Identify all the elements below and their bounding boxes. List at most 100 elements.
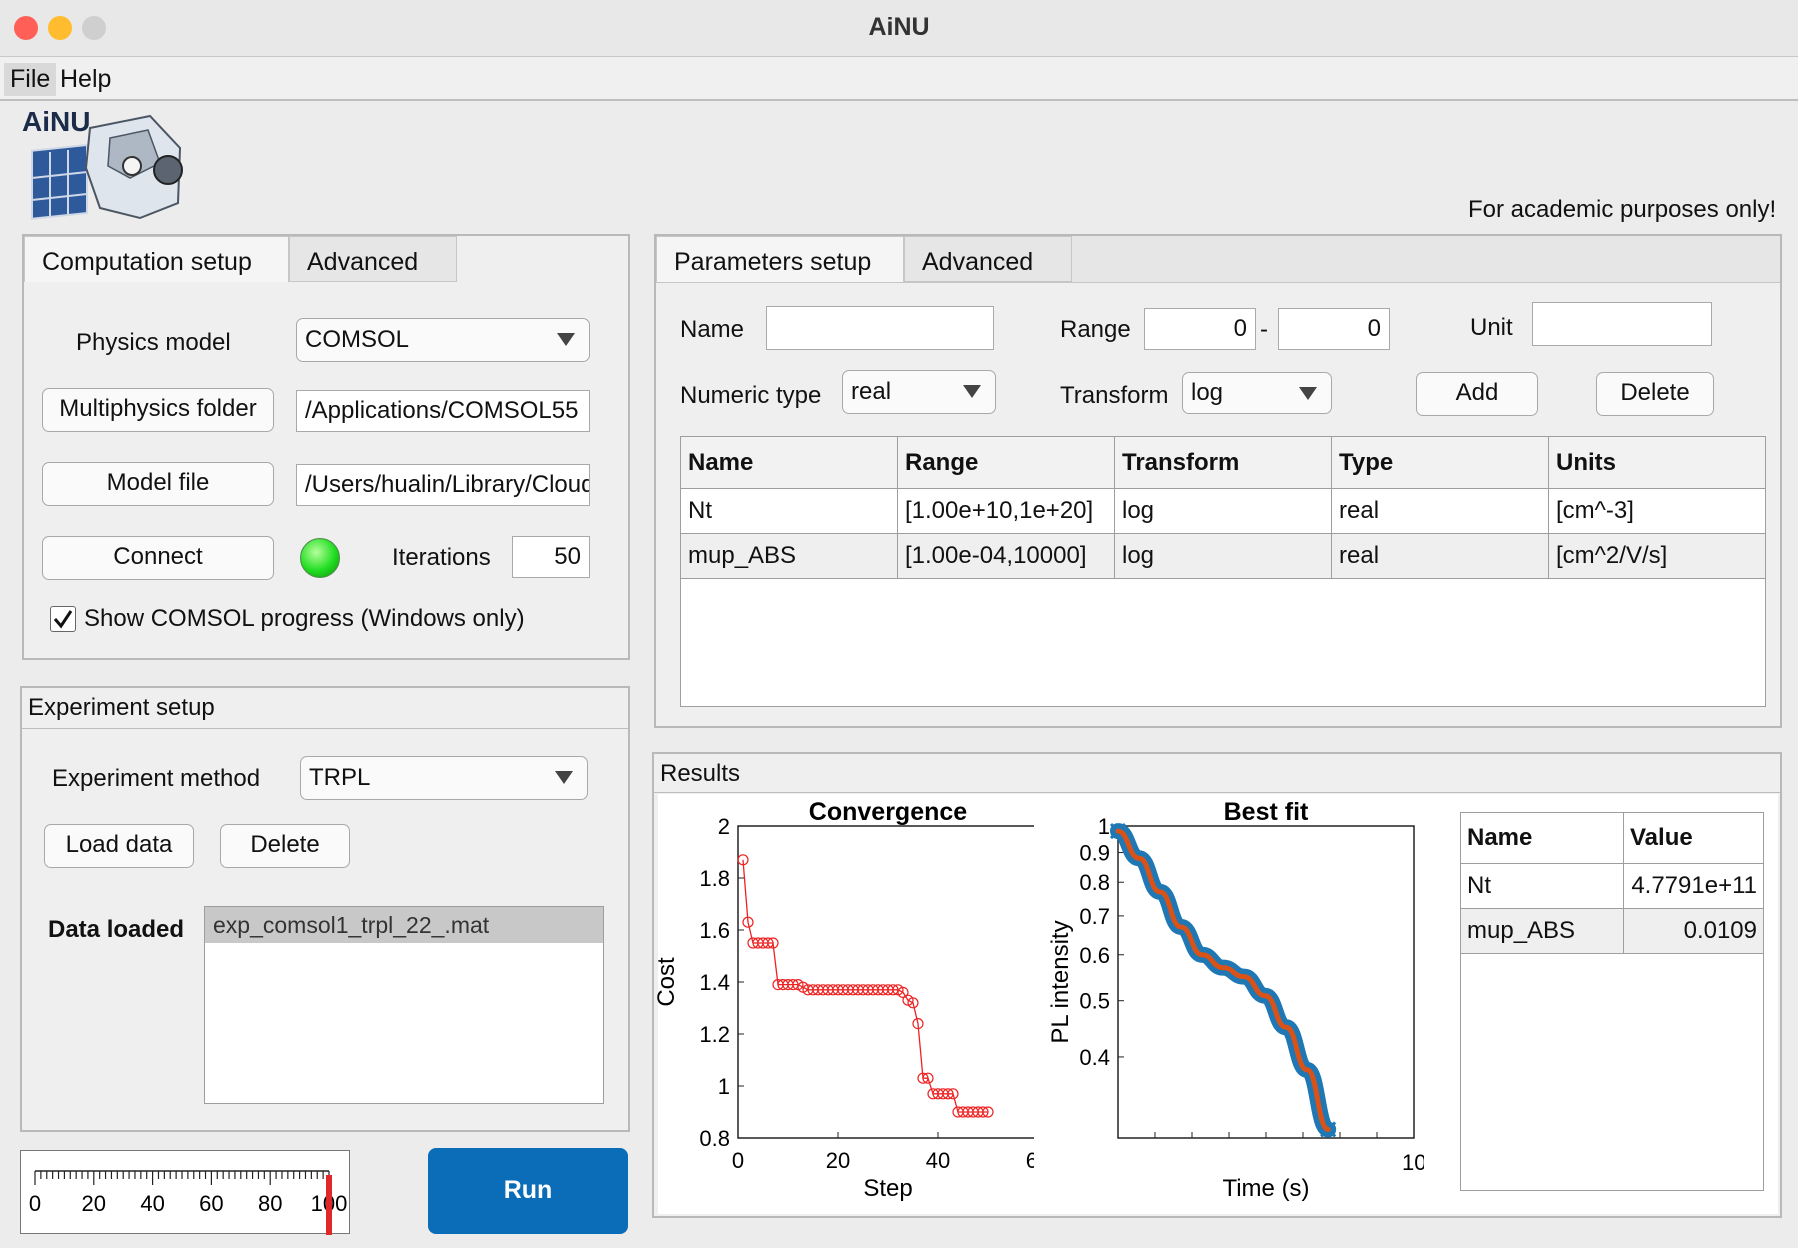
y-tick-label: 0.5	[1079, 989, 1110, 1014]
x-tick-label: 60	[1026, 1148, 1034, 1173]
gauge-tick-label: 40	[140, 1191, 164, 1216]
chart-title: Convergence	[809, 798, 967, 826]
unit-input[interactable]	[1532, 302, 1712, 346]
column-header-units[interactable]: Units	[1548, 436, 1766, 489]
x-tick-label: 40	[926, 1148, 950, 1173]
add-parameter-button[interactable]: Add	[1416, 372, 1538, 416]
gauge-tick-label: 20	[82, 1191, 106, 1216]
table-header-row: Name Range Transform Type Units	[680, 436, 1766, 489]
y-tick-label: 0.8	[1079, 870, 1110, 895]
chevron-down-icon	[963, 385, 981, 398]
physics-model-value: COMSOL	[305, 326, 410, 353]
physics-model-dropdown[interactable]: COMSOL	[296, 318, 590, 362]
gauge-needle	[326, 1175, 332, 1235]
transform-dropdown[interactable]: log	[1182, 372, 1332, 414]
chart-title: Best fit	[1224, 798, 1309, 826]
y-axis-label: Cost	[654, 957, 680, 1007]
chevron-down-icon	[557, 333, 575, 346]
parameters-table[interactable]: Name Range Transform Type Units Nt [1.00…	[680, 436, 1766, 707]
table-row[interactable]: Nt 4.7791e+11	[1460, 863, 1764, 909]
gauge-tick-label: 60	[199, 1191, 223, 1216]
y-tick-label: 1	[1098, 814, 1110, 839]
parameter-name-input[interactable]	[766, 306, 994, 350]
results-table[interactable]: Name Value Nt 4.7791e+11 mup_ABS 0.0109	[1460, 812, 1764, 1191]
parameters-setup-panel: Parameters setup Advanced Name Range 0 -…	[654, 234, 1782, 728]
table-cell[interactable]: [cm^2/V/s]	[1548, 533, 1766, 579]
y-tick-label: 1.2	[699, 1022, 730, 1047]
logo-text: AiNU	[22, 106, 91, 137]
multiphysics-folder-button[interactable]: Multiphysics folder	[42, 388, 274, 432]
y-tick-label: 1.8	[699, 866, 730, 891]
table-cell[interactable]: real	[1331, 533, 1549, 579]
y-tick-label: 0.4	[1079, 1045, 1110, 1070]
column-header-name[interactable]: Name	[680, 436, 898, 489]
data-loaded-list[interactable]: exp_comsol1_trpl_22_.mat	[204, 906, 604, 1104]
transform-value: log	[1191, 379, 1224, 406]
menu-help[interactable]: Help	[54, 63, 117, 96]
column-header-value[interactable]: Value	[1623, 812, 1764, 864]
checkmark-icon	[53, 610, 73, 629]
tab-advanced[interactable]: Advanced	[289, 236, 457, 282]
model-file-button[interactable]: Model file	[42, 462, 274, 506]
table-cell[interactable]: 4.7791e+11	[1623, 863, 1764, 909]
list-item[interactable]: exp_comsol1_trpl_22_.mat	[205, 907, 603, 943]
delete-data-button[interactable]: Delete	[220, 824, 350, 868]
experiment-method-dropdown[interactable]: TRPL	[300, 756, 588, 800]
physics-model-label: Physics model	[76, 329, 231, 356]
column-header-type[interactable]: Type	[1331, 436, 1549, 489]
table-cell[interactable]: 0.0109	[1623, 908, 1764, 954]
column-header-transform[interactable]: Transform	[1114, 436, 1332, 489]
unit-label: Unit	[1470, 314, 1513, 341]
plot-area	[1117, 825, 1415, 1139]
progress-gauge: 020406080100	[20, 1150, 350, 1235]
tab-computation-setup[interactable]: Computation setup	[24, 236, 289, 282]
show-progress-checkbox[interactable]	[50, 606, 76, 632]
table-cell[interactable]: real	[1331, 488, 1549, 534]
gauge-tick-label: 0	[29, 1191, 41, 1216]
x-axis-label: Time (s)	[1222, 1175, 1309, 1202]
table-cell[interactable]: Nt	[680, 488, 898, 534]
load-data-button[interactable]: Load data	[44, 824, 194, 868]
y-tick-label: 0.8	[699, 1126, 730, 1151]
multiphysics-path-field[interactable]: /Applications/COMSOL55	[296, 390, 590, 432]
menu-file[interactable]: File	[4, 63, 57, 96]
table-cell[interactable]: [1.00e+10,1e+20]	[897, 488, 1115, 534]
tab-parameters-setup[interactable]: Parameters setup	[656, 236, 904, 282]
tab-parameters-advanced[interactable]: Advanced	[904, 236, 1072, 282]
table-cell[interactable]: [cm^-3]	[1548, 488, 1766, 534]
results-panel: Results Convergence 0 20 40 60 0.8 1 1.2 1.4 1.6 1…	[652, 752, 1782, 1218]
table-cell[interactable]: Nt	[1460, 863, 1624, 909]
experiment-method-value: TRPL	[309, 764, 371, 791]
results-title: Results	[660, 760, 741, 787]
convergence-chart: Convergence 0 20 40 60 0.8 1 1.2 1.4 1.6 1.8 2 Step C…	[654, 798, 1034, 1202]
table-cell[interactable]: log	[1114, 533, 1332, 579]
parameter-name-label: Name	[680, 316, 745, 343]
numeric-type-value: real	[851, 378, 892, 405]
experiment-header: Experiment setup	[22, 688, 628, 729]
iterations-input[interactable]: 50	[512, 536, 590, 578]
table-cell[interactable]: mup_ABS	[1460, 908, 1624, 954]
y-axis-label: PL intensity	[1047, 920, 1074, 1043]
table-row[interactable]: mup_ABS [1.00e-04,10000] log real [cm^2/…	[680, 533, 1766, 579]
y-tick-label: 0.6	[1079, 943, 1110, 968]
chevron-down-icon	[1299, 387, 1317, 400]
column-header-name[interactable]: Name	[1460, 812, 1624, 864]
table-row[interactable]: Nt [1.00e+10,1e+20] log real [cm^-3]	[680, 488, 1766, 534]
x-exponent-label: 10	[1402, 1150, 1424, 1175]
table-cell[interactable]: [1.00e-04,10000]	[897, 533, 1115, 579]
delete-parameter-button[interactable]: Delete	[1596, 372, 1714, 416]
column-header-range[interactable]: Range	[897, 436, 1115, 489]
model-file-path-field[interactable]: /Users/hualin/Library/Cloud	[296, 464, 590, 506]
x-tick-label: 20	[826, 1148, 850, 1173]
range-max-input[interactable]: 0	[1278, 308, 1390, 350]
range-min-input[interactable]: 0	[1144, 308, 1256, 350]
table-cell[interactable]: log	[1114, 488, 1332, 534]
gauge-tick-label: 80	[258, 1191, 282, 1216]
computation-setup-panel: Computation setup Advanced Physics model…	[22, 234, 630, 660]
table-empty-area	[680, 578, 1766, 707]
table-row[interactable]: mup_ABS 0.0109	[1460, 908, 1764, 954]
table-cell[interactable]: mup_ABS	[680, 533, 898, 579]
run-button[interactable]: Run	[428, 1148, 628, 1234]
numeric-type-dropdown[interactable]: real	[842, 370, 996, 414]
connect-button[interactable]: Connect	[42, 536, 274, 580]
